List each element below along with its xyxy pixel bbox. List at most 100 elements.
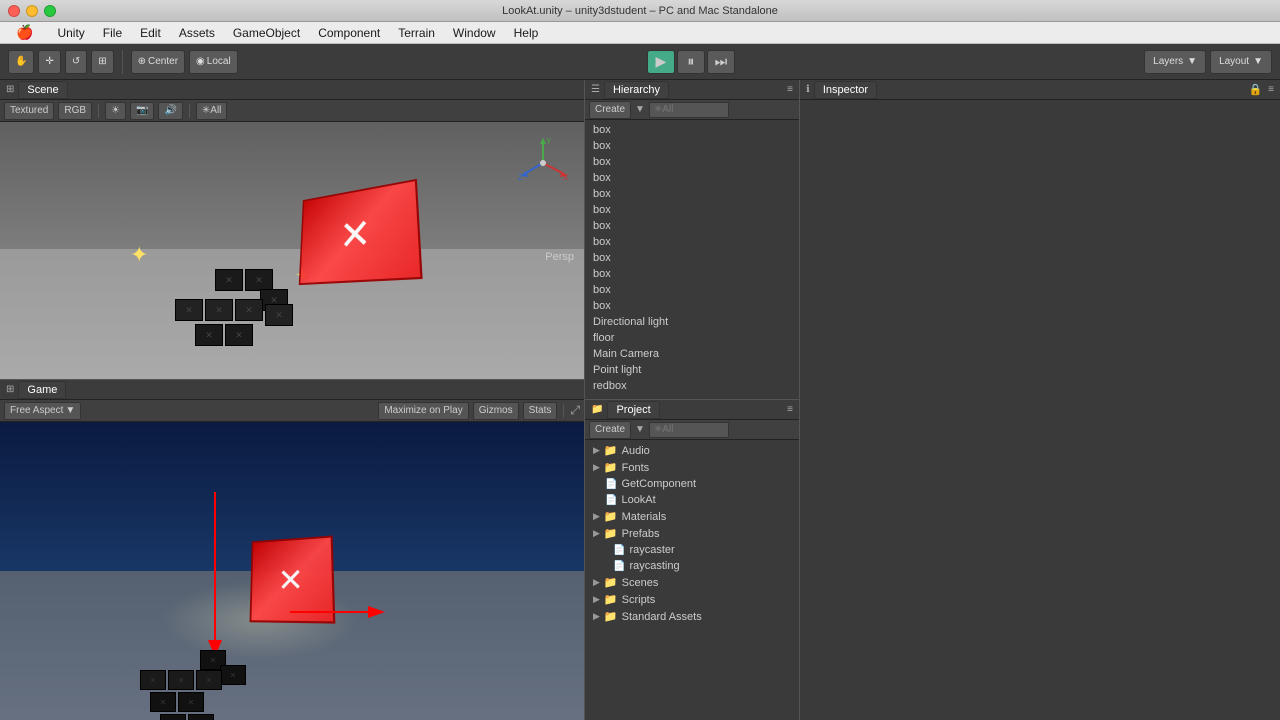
- list-item[interactable]: box: [585, 202, 799, 218]
- list-item[interactable]: box: [585, 186, 799, 202]
- folder-icon: 📁: [604, 461, 618, 474]
- menu-file[interactable]: File: [95, 24, 130, 42]
- hierarchy-search-input[interactable]: [649, 102, 729, 118]
- layers-dropdown[interactable]: Layers ▼: [1144, 50, 1206, 74]
- free-aspect-dropdown[interactable]: Free Aspect ▼: [4, 402, 81, 420]
- inspector-menu-icon[interactable]: ≡: [1268, 84, 1274, 95]
- hierarchy-create-button[interactable]: Create: [589, 101, 631, 119]
- maximize-icon[interactable]: ⤢: [570, 403, 580, 418]
- gizmos-all-button[interactable]: ✳All: [196, 102, 228, 120]
- game-panel-header: ⊞ Game: [0, 380, 584, 400]
- maximize-on-play-button[interactable]: Maximize on Play: [378, 402, 468, 420]
- menu-help[interactable]: Help: [506, 24, 547, 42]
- list-item[interactable]: box: [585, 250, 799, 266]
- game-black-box: ✕: [160, 714, 186, 720]
- toolbar-right: Layers ▼ Layout ▼: [1144, 50, 1272, 74]
- hierarchy-main-camera[interactable]: Main Camera: [585, 346, 799, 362]
- hierarchy-directional-light[interactable]: Directional light: [585, 314, 799, 330]
- list-item[interactable]: box: [585, 170, 799, 186]
- project-item-standard-assets[interactable]: ▶ 📁 Standard Assets: [585, 608, 799, 625]
- project-item-fonts[interactable]: ▶ 📁 Fonts: [585, 459, 799, 476]
- menu-unity[interactable]: Unity: [49, 24, 92, 42]
- inspector-tab[interactable]: Inspector: [814, 81, 877, 99]
- audio-button[interactable]: 🔊: [158, 102, 182, 120]
- project-item-getcomponent[interactable]: 📄 GetComponent: [585, 476, 799, 492]
- scene-tab[interactable]: Scene: [18, 81, 67, 99]
- apple-menu[interactable]: 🍎: [8, 22, 41, 43]
- play-button[interactable]: ▶: [647, 50, 675, 74]
- menu-terrain[interactable]: Terrain: [390, 24, 443, 42]
- project-item-raycaster[interactable]: 📄 raycaster: [585, 542, 799, 558]
- list-item[interactable]: box: [585, 218, 799, 234]
- project-item-materials[interactable]: ▶ 📁 Materials: [585, 508, 799, 525]
- game-view[interactable]: ✕ ✕ ✕ ✕ ✕ ✕ ✕: [0, 422, 584, 720]
- scale-tool-button[interactable]: ⊞: [91, 50, 113, 74]
- list-item[interactable]: box: [585, 122, 799, 138]
- project-create-button[interactable]: Create: [589, 421, 631, 439]
- hierarchy-toolbar: Create ▼: [585, 100, 799, 120]
- hierarchy-tab[interactable]: Hierarchy: [604, 81, 669, 99]
- game-black-box: ✕: [168, 670, 194, 690]
- menu-window[interactable]: Window: [445, 24, 504, 42]
- game-black-box: ✕: [220, 665, 246, 685]
- game-tab[interactable]: Game: [18, 381, 66, 399]
- move-tool-button[interactable]: ✛: [38, 50, 60, 74]
- project-menu-icon[interactable]: ≡: [787, 404, 793, 415]
- game-black-box: ✕: [150, 692, 176, 712]
- chevron-down-icon: ▼: [1187, 56, 1197, 67]
- hand-tool-button[interactable]: ✋: [8, 50, 34, 74]
- scene-view[interactable]: ✦ ✦ ✕ ✕ ✕ ✕ ✕ ✕ ✕ ✕ ✕ ✕: [0, 122, 584, 379]
- project-item-audio[interactable]: ▶ 📁 Audio: [585, 442, 799, 459]
- hierarchy-floor[interactable]: floor: [585, 330, 799, 346]
- list-item[interactable]: box: [585, 234, 799, 250]
- project-dropdown-icon: ▼: [635, 424, 645, 435]
- project-item-prefabs[interactable]: ▶ 📁 Prefabs: [585, 525, 799, 542]
- middle-panels: ☰ Hierarchy ≡ Create ▼ box box box box b…: [585, 80, 800, 720]
- maximize-button[interactable]: [44, 5, 56, 17]
- pause-button[interactable]: ⏸: [677, 50, 705, 74]
- project-item-raycasting[interactable]: 📄 raycasting: [585, 558, 799, 574]
- rgb-button[interactable]: RGB: [58, 102, 92, 120]
- list-item[interactable]: box: [585, 154, 799, 170]
- project-search-input[interactable]: [649, 422, 729, 438]
- folder-icon: 📁: [604, 510, 618, 523]
- list-item[interactable]: box: [585, 282, 799, 298]
- close-button[interactable]: [8, 5, 20, 17]
- textured-button[interactable]: Textured: [4, 102, 54, 120]
- list-item[interactable]: box: [585, 266, 799, 282]
- list-item[interactable]: box: [585, 298, 799, 314]
- script-icon: 📄: [613, 561, 625, 572]
- lock-icon[interactable]: 🔒: [1248, 83, 1262, 96]
- project-item-scripts[interactable]: ▶ 📁 Scripts: [585, 591, 799, 608]
- menu-gameobject[interactable]: GameObject: [225, 24, 308, 42]
- project-tab[interactable]: Project: [607, 401, 659, 419]
- camera-button[interactable]: 📷: [130, 102, 154, 120]
- scene-panel: ⊞ Scene Textured RGB ☀ 📷 🔊 ✳All ✦: [0, 80, 584, 380]
- hierarchy-redbox[interactable]: redbox: [585, 378, 799, 394]
- layout-dropdown[interactable]: Layout ▼: [1210, 50, 1272, 74]
- local-button[interactable]: ◉ Local: [189, 50, 238, 74]
- menu-component[interactable]: Component: [310, 24, 388, 42]
- center-button[interactable]: ⊕ Center: [131, 50, 185, 74]
- project-item-lookat[interactable]: 📄 LookAt: [585, 492, 799, 508]
- red-arrow-right: [290, 592, 390, 632]
- black-box: ✕: [235, 299, 263, 321]
- gizmos-button[interactable]: Gizmos: [473, 402, 519, 420]
- window-controls[interactable]: [8, 5, 56, 17]
- list-item[interactable]: box: [585, 138, 799, 154]
- hierarchy-menu-icon[interactable]: ≡: [787, 84, 793, 95]
- menu-edit[interactable]: Edit: [132, 24, 169, 42]
- lighting-button[interactable]: ☀: [105, 102, 126, 120]
- inspector-controls: 🔒 ≡: [1248, 83, 1274, 96]
- menu-assets[interactable]: Assets: [171, 24, 223, 42]
- minimize-button[interactable]: [26, 5, 38, 17]
- title-bar: LookAt.unity – unity3dstudent – PC and M…: [0, 0, 1280, 22]
- stats-button[interactable]: Stats: [523, 402, 558, 420]
- step-button[interactable]: ⏭: [707, 50, 735, 74]
- hierarchy-point-light[interactable]: Point light: [585, 362, 799, 378]
- project-panel-header: 📁 Project ≡: [585, 400, 799, 420]
- rotate-tool-button[interactable]: ↺: [65, 50, 87, 74]
- project-item-scenes[interactable]: ▶ 📁 Scenes: [585, 574, 799, 591]
- project-panel: 📁 Project ≡ Create ▼ ▶ 📁 Audio ▶ 📁 Fonts: [585, 400, 799, 720]
- folder-arrow-icon: ▶: [593, 511, 600, 522]
